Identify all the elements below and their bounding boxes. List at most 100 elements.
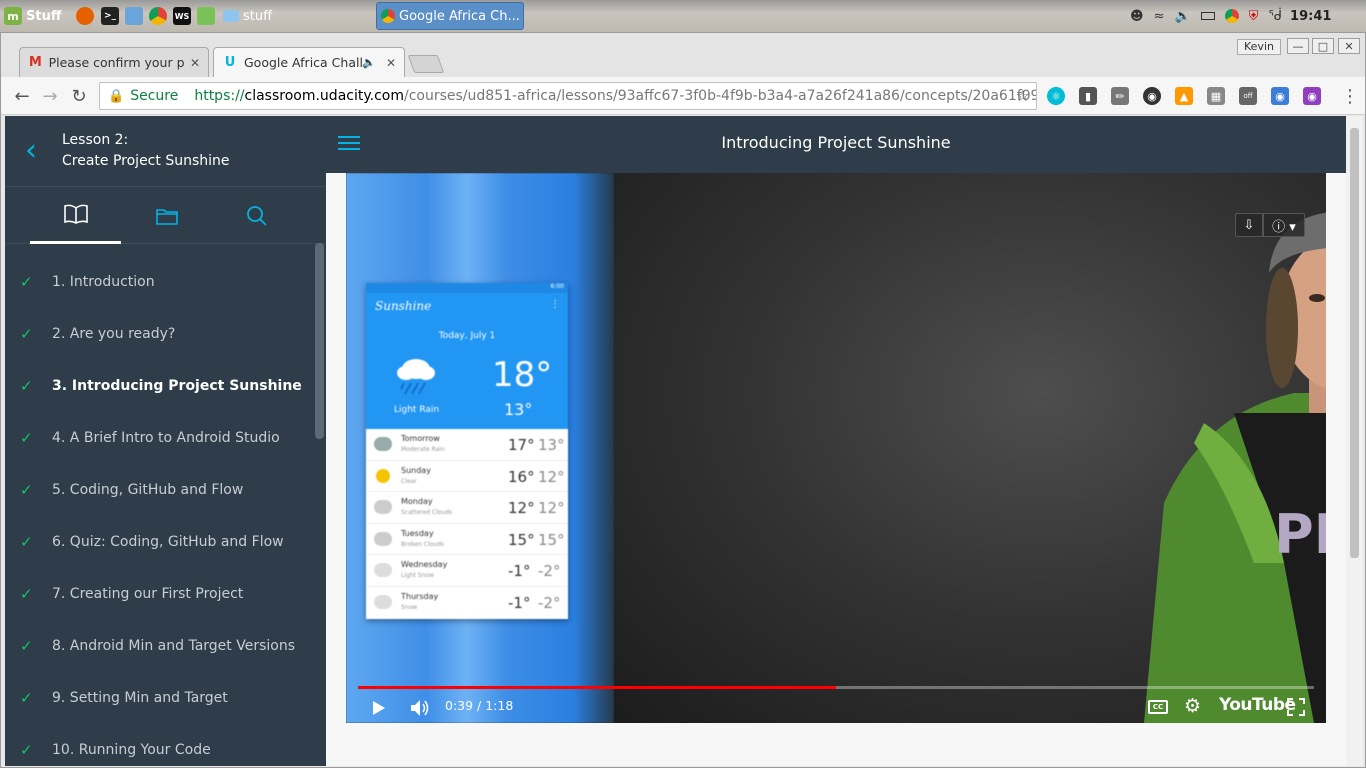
youtube-logo[interactable]: YouTube	[1219, 695, 1296, 715]
webstorm-icon: WS	[173, 7, 191, 25]
video-scene: PLAY	[614, 173, 1326, 723]
concept-label: 3. Introducing Project Sunshine	[52, 378, 302, 394]
fullscreen-icon[interactable]	[1287, 698, 1305, 716]
concept-item[interactable]: ✓ 2. Are you ready?	[5, 308, 315, 360]
grid-extension-icon[interactable]: ▦	[1207, 87, 1225, 105]
eyedropper-icon[interactable]: ✏	[1111, 87, 1129, 105]
profile-button[interactable]: Kevin	[1237, 39, 1281, 55]
instagram-icon[interactable]: ◉	[1303, 87, 1321, 105]
maximize-button[interactable]: □	[1312, 38, 1334, 54]
wifi-icon[interactable]: ≈	[1154, 9, 1165, 24]
new-tab-button[interactable]	[407, 55, 445, 73]
tab-search[interactable]	[211, 187, 302, 244]
os-taskbar: m Stuff >_ WS stuff Google Africa Ch... …	[0, 0, 1366, 32]
play-icon[interactable]	[372, 700, 386, 716]
close-tab-icon[interactable]: ✕	[380, 56, 396, 70]
secure-label: Secure	[130, 88, 179, 104]
search-icon	[246, 205, 267, 226]
android-studio-icon	[197, 7, 215, 25]
tab-gmail[interactable]: M Please confirm your pre ✕	[19, 47, 209, 77]
settings-gear-icon[interactable]: ⚙	[1184, 695, 1201, 717]
terminal-launcher[interactable]: >_	[101, 0, 119, 32]
concept-item[interactable]: ✓ 8. Android Min and Target Versions	[5, 620, 315, 672]
video-progress-fill	[358, 686, 836, 689]
lesson-sidebar: ‹ Lesson 2: Create Project Sunshine ✓ 1.…	[5, 116, 326, 766]
sun-icon	[376, 468, 390, 483]
concept-item-current[interactable]: ✓ 3. Introducing Project Sunshine	[5, 360, 315, 412]
chrome-launcher[interactable]	[149, 0, 167, 32]
concept-item[interactable]: ✓ 1. Introduction	[5, 256, 315, 308]
stuff-folder-launcher[interactable]: stuff	[223, 0, 272, 32]
forecast-row: Tuesday Broken Clouds 15° 15°	[366, 524, 568, 556]
tab-resources[interactable]	[121, 187, 212, 244]
chevron-left-icon[interactable]: ‹	[25, 136, 45, 166]
lock-icon: 🔒	[108, 88, 125, 104]
tab-audio-icon[interactable]: 🔈	[362, 56, 376, 69]
info-icon[interactable]: ⓘ ▾	[1263, 213, 1305, 237]
tab-concepts[interactable]	[30, 187, 121, 244]
files-launcher[interactable]	[125, 0, 143, 32]
page-scrollbar[interactable]	[1346, 116, 1363, 766]
user-icon[interactable]: ☻	[1130, 9, 1144, 24]
forecast-row: Sunday Clear 16° 12°	[366, 461, 568, 493]
concept-item[interactable]: ✓ 9. Setting Min and Target	[5, 672, 315, 724]
concept-item[interactable]: ✓ 5. Coding, GitHub and Flow	[5, 464, 315, 516]
clock[interactable]: 19:41	[1290, 9, 1331, 24]
video-time: 0:39 / 1:18	[445, 698, 514, 713]
firefox-launcher[interactable]	[76, 0, 94, 32]
check-icon: ✓	[20, 689, 33, 707]
reload-icon[interactable]: ↻	[68, 85, 90, 107]
car-extension-icon[interactable]: ▮	[1079, 87, 1097, 105]
android-studio-launcher[interactable]	[197, 0, 215, 32]
download-icon[interactable]: ⇩	[1235, 213, 1263, 237]
volume-icon[interactable]	[410, 698, 432, 718]
forecast-cond: Scattered Clouds	[401, 509, 453, 517]
address-bar[interactable]: 🔒 Secure https://classroom.udacity.com /…	[99, 82, 1037, 110]
shirt-logo: PLAY	[1274, 503, 1326, 566]
taskbar-window-chrome[interactable]: Google Africa Ch...	[376, 2, 524, 30]
shield-icon[interactable]: ⛨	[1249, 9, 1259, 24]
url-path: /courses/ud851-africa/lessons/93affc67-3…	[404, 88, 1037, 104]
check-icon: ✓	[20, 741, 33, 759]
check-icon: ✓	[20, 377, 33, 395]
concept-item[interactable]: ✓ 7. Creating our First Project	[5, 568, 315, 620]
sidebar-scrollbar[interactable]	[315, 243, 324, 439]
back-arrow-icon[interactable]: ←	[11, 85, 33, 107]
udacity-icon: U	[224, 55, 236, 70]
forecast-high: -1°	[508, 593, 531, 612]
chrome-icon	[149, 7, 167, 25]
close-tab-icon[interactable]: ✕	[184, 56, 200, 70]
check-icon: ✓	[20, 637, 33, 655]
concept-item[interactable]: ✓ 6. Quiz: Coding, GitHub and Flow	[5, 516, 315, 568]
battery-icon[interactable]	[1200, 12, 1215, 20]
webstorm-launcher[interactable]: WS	[173, 0, 191, 32]
forecast-day: Tuesday	[401, 528, 434, 538]
video-progress-bar[interactable]	[358, 686, 1314, 689]
bluetooth-icon[interactable]: ᖂ	[1268, 9, 1282, 24]
orange-extension-icon[interactable]: ▲	[1175, 87, 1193, 105]
classroom-page: ‹ Lesson 2: Create Project Sunshine ✓ 1.…	[5, 116, 1363, 766]
video-player[interactable]: 6:00 Sunshine ⋮ Today, July 1 Light Rain…	[346, 173, 1326, 723]
start-menu-button[interactable]: m Stuff	[4, 0, 61, 32]
palette-icon[interactable]: ◉	[1143, 87, 1161, 105]
bookmark-star-icon[interactable]: ☆	[1016, 86, 1030, 105]
captions-icon[interactable]: CC	[1148, 700, 1168, 714]
off-extension-icon[interactable]: off	[1239, 87, 1257, 105]
minimize-button[interactable]: —	[1287, 38, 1309, 54]
browser-menu-icon[interactable]: ⋮	[1341, 86, 1359, 107]
forecast-high: 12°	[508, 499, 535, 518]
blue-extension-icon[interactable]: ◉	[1271, 87, 1289, 105]
stuff-folder-label: stuff	[243, 8, 273, 24]
tab-udacity[interactable]: U Google Africa Challe 🔈 ✕	[213, 47, 405, 77]
chrome-tray-icon[interactable]	[1224, 9, 1239, 23]
volume-icon[interactable]: 🔈	[1174, 9, 1190, 24]
page-scrollbar-thumb[interactable]	[1350, 128, 1359, 558]
terminal-icon: >_	[101, 7, 119, 25]
concept-item[interactable]: ✓ 4. A Brief Intro to Android Studio	[5, 412, 315, 464]
cloud-icon	[374, 531, 392, 546]
close-window-button[interactable]: ✕	[1338, 38, 1360, 54]
lesson-number: Lesson 2:	[62, 132, 129, 148]
forward-arrow-icon[interactable]: →	[39, 85, 61, 107]
concept-item[interactable]: ✓ 10. Running Your Code	[5, 724, 315, 766]
react-devtools-icon[interactable]: ⚛	[1047, 87, 1065, 105]
